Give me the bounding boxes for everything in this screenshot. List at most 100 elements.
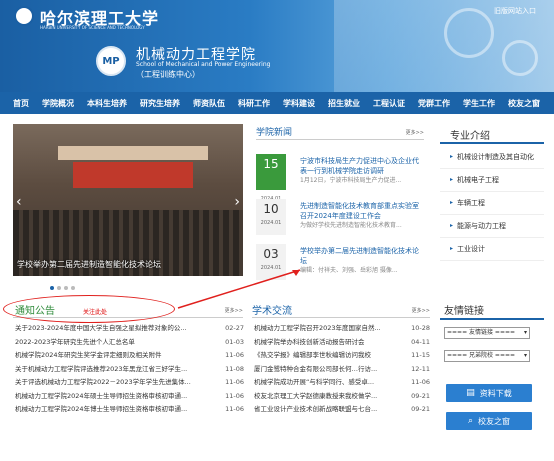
academic-item-title: 机械学院举办科技创新活动报告研讨会 [254, 337, 365, 346]
friend-links-select[interactable]: ==== 友情链接 ==== ▾ [444, 327, 530, 339]
news-item[interactable]: 10 2024.01 先进制造智能化技术教育部重点实验室召开2024年度建设工作… [256, 199, 424, 247]
notice-title: 2022-2023学年研究生先进个人汇总名单 [15, 337, 135, 346]
sister-colleges-value: ==== 兄弟院校 ==== [447, 352, 516, 359]
major-label: 机械设计制造及其自动化 [457, 153, 535, 161]
list-item[interactable]: 校友北京理工大学赵德康教授来我校做学... 09-21 [254, 390, 430, 404]
news-title[interactable]: 学校举办第二届先进制造智能化技术论坛 [300, 246, 424, 266]
list-item[interactable]: 机械学院2024年研究生奖学金评定细则及相关附件 11-06 [15, 349, 244, 363]
news-section-title: 学院新闻 [256, 128, 293, 138]
annotation-ellipse [3, 295, 175, 323]
notice-date: 11-06 [225, 351, 244, 359]
nav-research[interactable]: 科研工作 [238, 98, 270, 109]
list-item[interactable]: 关于评选机械动力工程学院2022－2023学年学生先进集体... 11-06 [15, 376, 244, 390]
academic-item-title: 省工业设计产业技术创新战略联盟与七台... [254, 405, 378, 413]
news-title[interactable]: 先进制造智能化技术教育部重点实验室召开2024年度建设工作会 [300, 201, 424, 221]
notice-date: 11-06 [225, 391, 244, 400]
major-label: 车辆工程 [457, 199, 486, 207]
academic-item-date: 09-21 [411, 391, 430, 400]
college-logo-icon[interactable]: MP [96, 46, 126, 76]
news-title[interactable]: 宁波市科技局生产力促进中心及企业代表一行到机械学院走访调研 [300, 156, 424, 176]
nav-certification[interactable]: 工程认证 [373, 98, 405, 109]
notice-date: 01-03 [225, 337, 244, 346]
college-subtitle: （工程训练中心） [136, 70, 200, 79]
academic-title: 学术交流 [252, 306, 292, 317]
slider-dot[interactable] [64, 286, 68, 290]
list-item[interactable]: 机械动力工程学院2024年博士生导师招生资格审核初审通... 11-06 [15, 403, 244, 417]
academic-item-title: 机械动力工程学院召开2023年度国家自然... [254, 324, 381, 332]
nav-graduate[interactable]: 研究生培养 [140, 98, 180, 109]
list-item[interactable]: 关于2023-2024年度中国大学生自强之星拟推荐对象的公... 02-27 [15, 322, 244, 336]
academic-header: 学术交流 更多>> [252, 302, 430, 318]
nav-students[interactable]: 学生工作 [463, 98, 495, 109]
document-icon: ▤ [466, 388, 475, 398]
news-day: 15 [263, 157, 279, 171]
academic-list: 机械动力工程学院召开2023年度国家自然... 10-28 机械学院举办科技创新活… [254, 322, 430, 417]
nav-party[interactable]: 党群工作 [418, 98, 450, 109]
list-item[interactable]: 关于机械动力工程学院评选推荐2023年黑龙江省三好学生... 11-08 [15, 363, 244, 377]
download-button[interactable]: ▤ 资料下载 [446, 384, 532, 402]
news-more-link[interactable]: 更多>> [406, 129, 424, 136]
notice-title: 机械动力工程学院2024年博士生导师招生资格审核初审通... [15, 405, 188, 413]
list-item[interactable]: 机械动力工程学院召开2023年度国家自然... 10-28 [254, 322, 430, 336]
slider-photo-banner [73, 162, 193, 188]
slider-dot[interactable] [50, 286, 54, 290]
slider-next-icon[interactable]: › [234, 194, 240, 210]
news-summary: 为做好学校先进制造智能化技术教育... [300, 222, 402, 229]
major-item[interactable]: ▸ 机械电子工程 [440, 169, 544, 192]
news-summary: 1月12日，宁波市科技局生产力促进... [300, 177, 402, 184]
list-item[interactable]: 《热交学报》编辑部李世秋编辑访问我校 11-15 [254, 349, 430, 363]
arrow-right-icon: ▸ [450, 245, 454, 252]
list-item[interactable]: 省工业设计产业技术创新战略联盟与七台... 09-21 [254, 403, 430, 417]
news-item[interactable]: 15 2024.01 宁波市科技局生产力促进中心及企业代表一行到机械学院走访调研… [256, 154, 424, 202]
alumni-button[interactable]: ⌕ 校友之窗 [446, 412, 532, 430]
gear-decoration [502, 40, 538, 76]
list-item[interactable]: 机械动力工程学院2024年硕士生导师招生资格审核初审通... 11-06 [15, 390, 244, 404]
nav-admission[interactable]: 招生就业 [328, 98, 360, 109]
site-header: 哈尔滨理工大学 HARBIN UNIVERSITY OF SCIENCE AND… [0, 0, 554, 92]
nav-home[interactable]: 首页 [13, 98, 29, 109]
university-emblem-icon[interactable] [14, 6, 34, 26]
news-item[interactable]: 03 2024.01 学校举办第二届先进制造智能化技术论坛 编辑：付祥夫、刘强、… [256, 244, 424, 292]
academic-more-link[interactable]: 更多>> [412, 307, 430, 314]
slider-dots [50, 286, 75, 290]
news-summary: 编辑：付祥夫、刘强、岳彩旭 摄像... [300, 267, 398, 274]
main-nav: 首页 学院概况 本科生培养 研究生培养 师资队伍 科研工作 学科建设 招生就业 … [0, 92, 554, 114]
academic-item-date: 11-06 [411, 378, 430, 386]
notice-title: 机械学院2024年研究生奖学金评定细则及相关附件 [15, 351, 162, 359]
nav-discipline[interactable]: 学科建设 [283, 98, 315, 109]
slider-dot[interactable] [71, 286, 75, 290]
old-site-link[interactable]: 旧版网站入口 [494, 6, 536, 16]
major-label: 能源与动力工程 [457, 222, 507, 230]
nav-alumni[interactable]: 校友之窗 [508, 98, 540, 109]
nav-overview[interactable]: 学院概况 [42, 98, 74, 109]
slider-prev-icon[interactable]: ‹ [16, 194, 22, 210]
search-icon: ⌕ [467, 416, 474, 426]
list-item[interactable]: 2022-2023学年研究生先进个人汇总名单 01-03 [15, 336, 244, 350]
nav-undergrad[interactable]: 本科生培养 [87, 98, 127, 109]
list-item[interactable]: 机械学院举办科技创新活动报告研讨会 04-11 [254, 336, 430, 350]
major-item[interactable]: ▸ 机械设计制造及其自动化 [440, 146, 544, 169]
news-date: 15 [256, 154, 286, 190]
slider-caption[interactable]: 学校举办第二届先进制造智能化技术论坛 [17, 259, 161, 270]
news-date: 10 2024.01 [256, 199, 286, 235]
notices-more-link[interactable]: 更多>> [225, 307, 243, 314]
major-item[interactable]: ▸ 能源与动力工程 [440, 215, 544, 238]
major-item[interactable]: ▸ 工业设计 [440, 238, 544, 261]
sister-colleges-select[interactable]: ==== 兄弟院校 ==== ▾ [444, 350, 530, 362]
news-slider[interactable]: ‹ › 学校举办第二届先进制造智能化技术论坛 [13, 124, 243, 276]
news-header: 学院新闻 更多>> [256, 124, 424, 140]
notice-date: 11-08 [225, 364, 244, 373]
list-item[interactable]: 厦门金鹭特种合金有限公司部长何…行访... 12-11 [254, 363, 430, 377]
major-item[interactable]: ▸ 车辆工程 [440, 192, 544, 215]
list-item[interactable]: 机械学院成功开展“与科学同行、感受卓... 11-06 [254, 376, 430, 390]
links-title: 友情链接 [440, 302, 544, 320]
academic-item-title: 机械学院成功开展“与科学同行、感受卓... [254, 378, 375, 386]
slider-dot[interactable] [57, 286, 61, 290]
news-day: 03 [263, 247, 279, 261]
academic-item-date: 12-11 [411, 364, 430, 373]
nav-faculty[interactable]: 师资队伍 [193, 98, 225, 109]
alumni-label: 校友之窗 [478, 416, 511, 426]
academic-item-date: 09-21 [411, 405, 430, 413]
university-name-en: HARBIN UNIVERSITY OF SCIENCE AND TECHNOL… [40, 25, 145, 30]
news-date: 03 2024.01 [256, 244, 286, 280]
